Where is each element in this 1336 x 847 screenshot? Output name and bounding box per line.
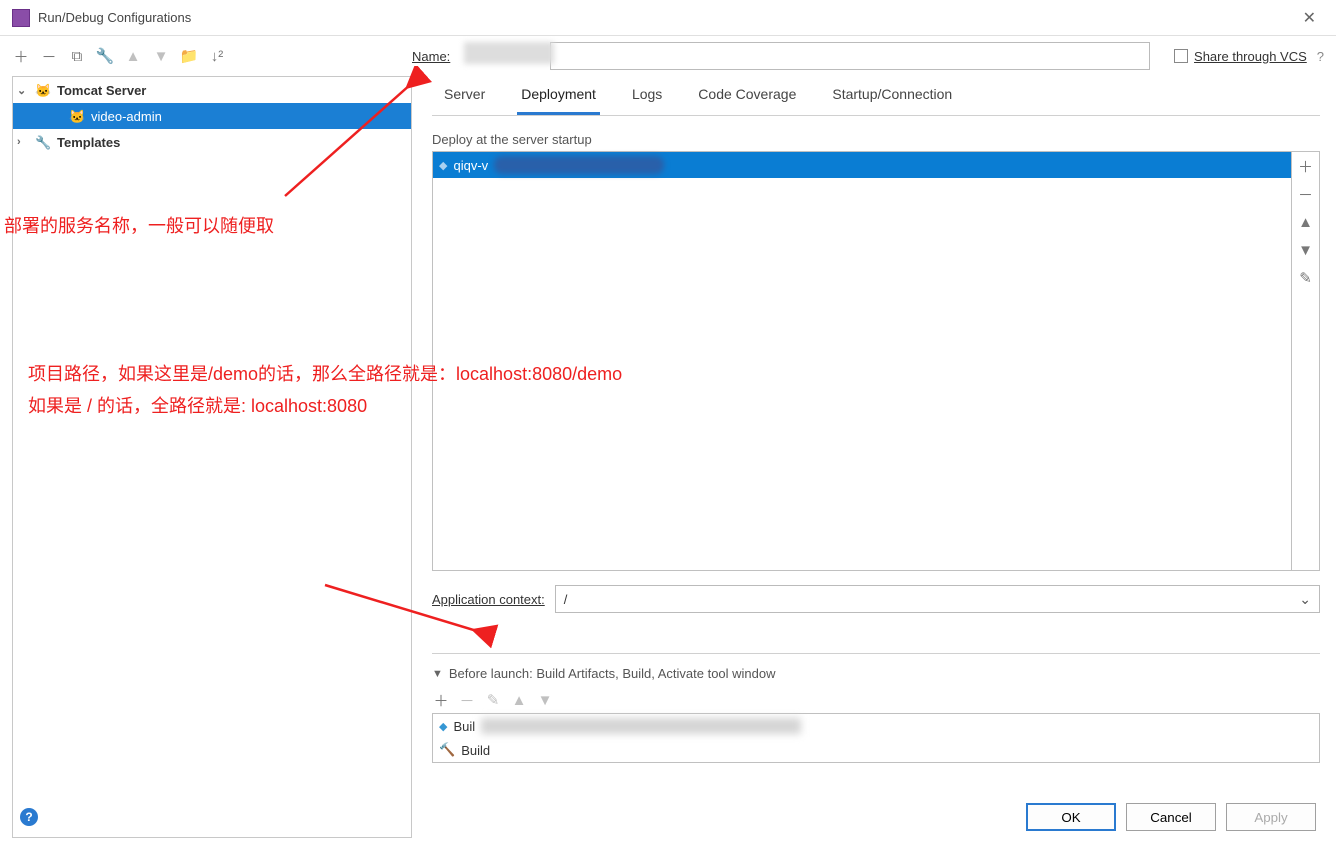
deploy-add-icon[interactable]: ＋: [1292, 152, 1319, 180]
tree-templates[interactable]: › 🔧 Templates: [13, 129, 411, 155]
cancel-button[interactable]: Cancel: [1126, 803, 1216, 831]
collapse-arrow-icon[interactable]: ▼: [432, 668, 443, 680]
bl-item-1-label: Buil: [453, 719, 475, 734]
hammer-icon: 🔨: [439, 742, 455, 758]
before-launch-label: Before launch: Build Artifacts, Build, A…: [449, 666, 776, 681]
before-launch-header[interactable]: ▼ Before launch: Build Artifacts, Build,…: [432, 666, 1320, 681]
share-label: Share through VCS: [1194, 49, 1307, 64]
deploy-item[interactable]: ◆ qiqv-v: [433, 152, 1291, 178]
context-label: Application context:: [432, 592, 545, 607]
before-launch-list: ◆ Buil 🔨 Build: [432, 713, 1320, 763]
deploy-box: ◆ qiqv-v ＋ － ▲ ▼ ✎: [432, 151, 1320, 571]
expand-icon[interactable]: ⌄: [17, 84, 31, 97]
tree-tomcat-server[interactable]: ⌄ 🐱 Tomcat Server: [13, 77, 411, 103]
app-icon: [12, 9, 30, 27]
folder-icon[interactable]: 📁: [180, 47, 198, 65]
settings-icon[interactable]: 🔧: [96, 47, 114, 65]
bl-item-artifacts[interactable]: ◆ Buil: [433, 714, 1319, 738]
deploy-section: Deploy at the server startup ◆ qiqv-v ＋ …: [432, 132, 1320, 571]
tabs: Server Deployment Logs Code Coverage Sta…: [432, 76, 1320, 116]
context-value: /: [564, 592, 568, 607]
collapse-icon[interactable]: ›: [17, 136, 31, 148]
help-button[interactable]: ?: [20, 808, 38, 826]
tree-toolbar: ＋ － ⧉ 🔧 ▲ ▼ 📁 ↓²: [12, 47, 412, 65]
name-value-blurred: [464, 42, 554, 64]
artifact-icon: ◆: [439, 720, 447, 733]
footer: ? OK Cancel Apply: [0, 795, 1336, 839]
bl-remove-icon[interactable]: －: [458, 691, 476, 709]
deploy-side-buttons: ＋ － ▲ ▼ ✎: [1291, 152, 1319, 570]
toolbar-row: ＋ － ⧉ 🔧 ▲ ▼ 📁 ↓² Name: Share through VCS…: [0, 36, 1336, 76]
titlebar: Run/Debug Configurations ✕: [0, 0, 1336, 36]
sort-icon[interactable]: ↓²: [208, 47, 226, 65]
deploy-remove-icon[interactable]: －: [1292, 180, 1319, 208]
bl-item-1-blurred: [481, 718, 801, 734]
help-icon[interactable]: ?: [1317, 49, 1324, 64]
context-row: Application context: /: [432, 585, 1320, 613]
tree-templates-label: Templates: [57, 135, 120, 150]
tree-video-admin[interactable]: 🐱 video-admin: [13, 103, 411, 129]
tree-video-admin-label: video-admin: [91, 109, 162, 124]
deploy-edit-icon[interactable]: ✎: [1292, 264, 1319, 292]
tab-deployment[interactable]: Deployment: [517, 76, 600, 115]
tab-logs[interactable]: Logs: [628, 76, 666, 115]
ok-button[interactable]: OK: [1026, 803, 1116, 831]
deploy-item-text: qiqv-v: [453, 158, 488, 173]
add-icon[interactable]: ＋: [12, 47, 30, 65]
before-launch-section: ▼ Before launch: Build Artifacts, Build,…: [432, 653, 1320, 763]
tree-tomcat-label: Tomcat Server: [57, 83, 146, 98]
copy-icon[interactable]: ⧉: [68, 47, 86, 65]
deploy-item-blurred: [494, 156, 664, 174]
up-icon[interactable]: ▲: [124, 47, 142, 65]
bl-item-2-label: Build: [461, 743, 490, 758]
apply-button[interactable]: Apply: [1226, 803, 1316, 831]
tomcat-run-icon: 🐱: [69, 109, 87, 123]
name-label: Name:: [412, 49, 450, 64]
deploy-down-icon[interactable]: ▼: [1292, 236, 1319, 264]
deploy-list[interactable]: ◆ qiqv-v: [433, 152, 1291, 570]
tab-code-coverage[interactable]: Code Coverage: [694, 76, 800, 115]
titlebar-title: Run/Debug Configurations: [38, 10, 1295, 25]
main-area: ⌄ 🐱 Tomcat Server 🐱 video-admin › 🔧 Temp…: [0, 76, 1336, 838]
share-checkbox[interactable]: [1174, 49, 1188, 63]
tab-startup-connection[interactable]: Startup/Connection: [828, 76, 956, 115]
down-icon[interactable]: ▼: [152, 47, 170, 65]
content-panel: Server Deployment Logs Code Coverage Sta…: [412, 76, 1336, 838]
deploy-label: Deploy at the server startup: [432, 132, 1320, 147]
wrench-icon: 🔧: [35, 135, 53, 149]
tab-server[interactable]: Server: [440, 76, 489, 115]
remove-icon[interactable]: －: [40, 47, 58, 65]
close-icon[interactable]: ✕: [1295, 4, 1324, 32]
bl-up-icon[interactable]: ▲: [510, 691, 528, 709]
share-section: Share through VCS ?: [1174, 49, 1324, 64]
context-select[interactable]: /: [555, 585, 1320, 613]
artifact-icon: ◆: [439, 159, 447, 172]
name-input[interactable]: [550, 42, 1150, 70]
config-tree: ⌄ 🐱 Tomcat Server 🐱 video-admin › 🔧 Temp…: [12, 76, 412, 838]
bl-add-icon[interactable]: ＋: [432, 691, 450, 709]
before-launch-toolbar: ＋ － ✎ ▲ ▼: [432, 691, 1320, 709]
deploy-up-icon[interactable]: ▲: [1292, 208, 1319, 236]
bl-edit-icon[interactable]: ✎: [484, 691, 502, 709]
bl-item-build[interactable]: 🔨 Build: [433, 738, 1319, 762]
tomcat-icon: 🐱: [35, 83, 53, 97]
name-section: Name:: [412, 42, 1150, 70]
bl-down-icon[interactable]: ▼: [536, 691, 554, 709]
